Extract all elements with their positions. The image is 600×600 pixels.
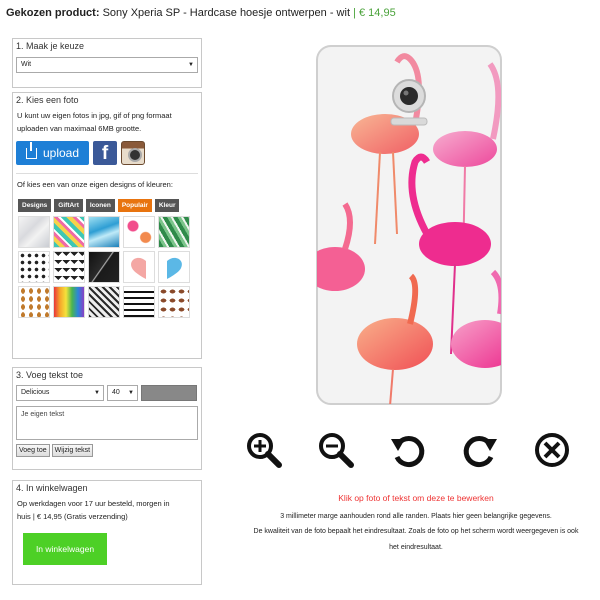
margin-note: 3 millimeter marge aanhouden rond alle r… [280,513,552,520]
step-text-panel: 3. Voeg tekst toe Delicious ▼ 40 ▼ Je ei… [12,367,202,470]
edit-tools [245,431,600,469]
delivery-info: Op werkdagen voor 17 uur besteld, morgen… [13,495,201,525]
step-photo-panel: 2. Kies een foto U kunt uw eigen fotos i… [12,92,202,359]
quality-note: De kwaliteit van de foto bepaalt het ein… [253,528,579,535]
product-label: Gekozen product: [6,7,100,19]
facebook-icon[interactable]: f [93,141,117,165]
quality-note-end: het eindresultaat. [389,544,443,551]
custom-text-input[interactable]: Je eigen tekst [16,406,198,440]
close-icon[interactable] [533,431,571,469]
phone-case-preview[interactable] [315,44,503,406]
upload-icon [25,141,37,159]
tab-giftart[interactable]: GiftArt [54,199,83,212]
upload-info: U kunt uw eigen fotos in jpg, gif of png… [13,107,201,137]
delivery-info-line: Op werkdagen voor 17 uur besteld, morgen… [17,499,170,508]
herringbone-design[interactable] [88,286,120,318]
upload-info-line: U kunt uw eigen fotos in jpg, gif of png… [17,111,172,120]
black-stripes-design[interactable] [123,286,155,318]
designs-intro: Of kies een van onze eigen designs of kl… [17,180,173,189]
design-tabs: Designs GiftArt Iconen Populair Kleur [18,199,198,212]
marble-design[interactable] [18,216,50,248]
product-price: € 14,95 [359,7,396,19]
delivery-info-line: huis | € 14,95 (Gratis verzending) [17,512,128,521]
upload-info-line: uploaden van maximaal 6MB grootte. [17,124,142,133]
step-cart-panel: 4. In winkelwagen Op werkdagen voor 17 u… [12,480,202,585]
pineapple-pattern-design[interactable] [18,286,50,318]
coffee-beans-design[interactable] [158,286,190,318]
panel-title: 4. In winkelwagen [16,483,88,493]
half-heart-blue-design[interactable] [158,251,190,283]
text-color-picker[interactable] [141,385,197,401]
rotate-right-icon[interactable] [461,431,499,469]
product-name: Sony Xperia SP - Hardcase hoesje ontwerp… [102,7,351,19]
chevron-down-icon: ▼ [128,390,134,396]
chevron-down-icon: ▼ [188,62,194,68]
step-choice-panel: 1. Maak je keuze Wit ▼ [12,38,202,88]
zoom-out-icon[interactable] [317,431,355,469]
black-marble-design[interactable] [88,251,120,283]
color-select[interactable]: Wit ▼ [16,57,198,73]
tab-designs[interactable]: Designs [18,199,52,212]
chevron-design[interactable] [53,251,85,283]
palm-leaves-design[interactable] [158,216,190,248]
font-size-select[interactable]: 40 ▼ [107,385,138,401]
instagram-icon[interactable] [121,141,145,165]
add-to-cart-button[interactable]: In winkelwagen [23,533,107,565]
upload-label: upload [42,146,80,160]
color-select-value: Wit [21,61,32,68]
font-select[interactable]: Delicious ▼ [16,385,104,401]
panel-title: 3. Voeg tekst toe [16,370,84,380]
divider [16,173,198,174]
text-options-row: Delicious ▼ 40 ▼ [16,385,198,401]
panel-title: 2. Kies een foto [16,95,79,105]
product-header: Gekozen product: Sony Xperia SP - Hardca… [6,7,396,19]
font-select-value: Delicious [21,389,50,396]
design-swatches [18,216,201,318]
chevron-down-icon: ▼ [94,390,100,396]
edit-text-button[interactable]: Wijzig tekst [51,444,94,457]
tab-populair[interactable]: Populair [117,199,152,212]
custom-text-placeholder: Je eigen tekst [21,411,65,418]
font-size-value: 40 [112,389,120,396]
upload-row: upload f [16,141,201,165]
price-separator: | [353,7,356,19]
add-text-button[interactable]: Voeg toe [16,444,50,457]
upload-button[interactable]: upload [16,141,89,165]
facebook-glyph: f [101,143,109,164]
panel-title: 1. Maak je keuze [16,41,85,51]
phone-case-image [316,45,502,405]
text-buttons: Voeg toe Wijzig tekst [16,444,198,457]
paint-drips-design[interactable] [53,286,85,318]
pineapples-design[interactable] [53,216,85,248]
tab-iconen[interactable]: Iconen [85,199,115,212]
half-heart-pink-design[interactable] [123,251,155,283]
edit-hint: Klik op foto of tekst om deze te bewerke… [338,493,494,503]
blue-crystal-design[interactable] [88,216,120,248]
tab-kleur[interactable]: Kleur [154,199,180,212]
rotate-left-icon[interactable] [389,431,427,469]
dots-design[interactable] [18,251,50,283]
zoom-in-icon[interactable] [245,431,283,469]
flamingo-design[interactable] [123,216,155,248]
